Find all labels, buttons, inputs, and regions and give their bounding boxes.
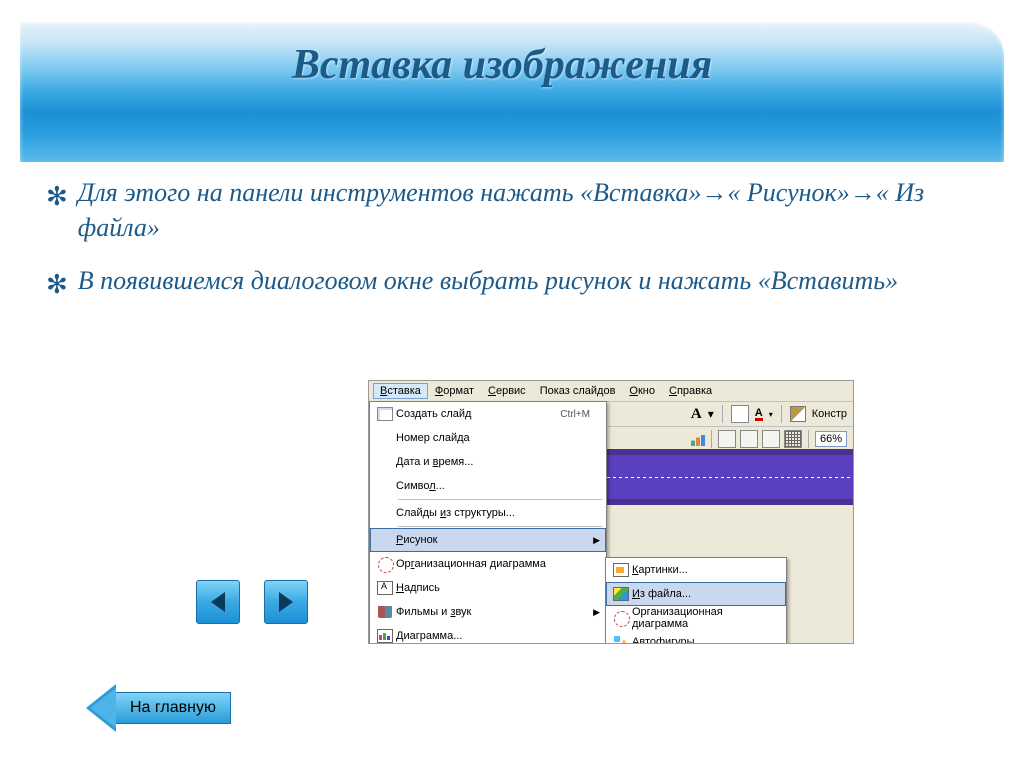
menu-item-label: Из файла... bbox=[632, 588, 770, 600]
shapes-icon bbox=[614, 636, 628, 644]
font-styling-icon: A bbox=[691, 406, 702, 423]
zoom-value: 66% bbox=[815, 431, 847, 447]
prev-slide-button[interactable] bbox=[196, 580, 240, 624]
bullet-item: ✻ Для этого на панели инструментов нажат… bbox=[46, 175, 974, 245]
navigation-buttons bbox=[196, 580, 308, 624]
text-icon bbox=[377, 581, 393, 595]
menu-item-label: Создать слайд bbox=[396, 408, 560, 420]
bullet-star-icon: ✻ bbox=[46, 267, 68, 302]
toolbar-icon bbox=[718, 430, 736, 448]
menu-item[interactable]: Создать слайдCtrl+M bbox=[370, 402, 606, 426]
menu-item-label: Слайды из структуры... bbox=[396, 507, 590, 519]
menu-item[interactable]: Дата и время... bbox=[370, 450, 606, 474]
menubar-item[interactable]: Формат bbox=[428, 383, 481, 399]
design-label: Констр bbox=[812, 408, 847, 420]
menu-item[interactable]: Из файла... bbox=[606, 582, 786, 606]
pic-icon bbox=[613, 563, 629, 577]
toolbar-icon bbox=[740, 430, 758, 448]
triangle-right-icon bbox=[279, 592, 293, 612]
menu-item-label: Автофигуры bbox=[632, 636, 770, 644]
menu-item[interactable]: Картинки... bbox=[606, 558, 786, 582]
menu-item-label: Номер слайда bbox=[396, 432, 590, 444]
menu-item[interactable]: Рисунок▶ bbox=[370, 528, 606, 552]
toolbar-icon bbox=[731, 405, 749, 423]
next-slide-button[interactable] bbox=[264, 580, 308, 624]
home-arrow-button[interactable]: На главную bbox=[86, 684, 231, 732]
menu-item-label: Диаграмма... bbox=[396, 630, 590, 642]
design-icon bbox=[790, 406, 806, 422]
menu-item-label: Организационная диаграмма bbox=[632, 606, 770, 630]
home-arrow-label: На главную bbox=[116, 692, 231, 724]
menu-item[interactable]: Номер слайда bbox=[370, 426, 606, 450]
org-icon bbox=[378, 557, 392, 571]
menu-item[interactable]: Слайды из структуры... bbox=[370, 501, 606, 525]
menu-item[interactable]: Организационная диаграмма bbox=[370, 552, 606, 576]
triangle-left-icon bbox=[211, 592, 225, 612]
img-icon bbox=[613, 587, 629, 601]
insert-dropdown-menu: Создать слайдCtrl+M Номер слайда Дата и вр… bbox=[369, 401, 607, 644]
book-icon bbox=[378, 606, 392, 618]
app-menubar: ВставкаФорматСервисПоказ слайдовОкноСпра… bbox=[369, 381, 853, 402]
submenu-arrow-icon: ▶ bbox=[590, 535, 600, 546]
menu-shortcut: Ctrl+M bbox=[560, 409, 590, 420]
menu-item-label: Надпись bbox=[396, 582, 590, 594]
chart-icon bbox=[377, 629, 393, 643]
menu-item[interactable]: Автофигуры bbox=[606, 630, 786, 644]
slide-icon bbox=[377, 407, 393, 421]
menu-item-label: Организационная диаграмма bbox=[396, 558, 590, 570]
grid-icon bbox=[784, 430, 802, 448]
menu-item[interactable]: Символ... bbox=[370, 474, 606, 498]
menu-separator bbox=[398, 499, 602, 500]
menu-item-label: Рисунок bbox=[396, 534, 590, 546]
menu-item-label: Дата и время... bbox=[396, 456, 590, 468]
slide-title: Вставка изображения bbox=[20, 40, 984, 90]
submenu-arrow-icon: ▶ bbox=[590, 607, 600, 618]
embedded-menu-screenshot: ВставкаФорматСервисПоказ слайдовОкноСпра… bbox=[368, 380, 854, 644]
slide-content: ✻ Для этого на панели инструментов нажат… bbox=[46, 175, 974, 320]
menubar-item[interactable]: Показ слайдов bbox=[533, 383, 623, 399]
menubar-item[interactable]: Вставка bbox=[373, 383, 428, 399]
bullet-item: ✻ В появившемся диалоговом окне выбрать … bbox=[46, 263, 974, 302]
menu-item-label: Картинки... bbox=[632, 564, 770, 576]
menu-item[interactable]: Фильмы и звук▶ bbox=[370, 600, 606, 624]
org-icon bbox=[614, 611, 628, 625]
menubar-item[interactable]: Окно bbox=[622, 383, 662, 399]
menu-item-label: Символ... bbox=[396, 480, 590, 492]
toolbar-icon bbox=[762, 430, 780, 448]
menu-item[interactable]: Организационная диаграмма bbox=[606, 606, 786, 630]
menubar-item[interactable]: Сервис bbox=[481, 383, 533, 399]
menu-item[interactable]: Диаграмма... bbox=[370, 624, 606, 644]
slide-preview-strip bbox=[607, 449, 853, 505]
menubar-item[interactable]: Справка bbox=[662, 383, 719, 399]
bullet-star-icon: ✻ bbox=[46, 179, 68, 245]
menu-separator bbox=[398, 526, 602, 527]
chart-icon bbox=[691, 432, 705, 446]
menu-item-label: Фильмы и звук bbox=[396, 606, 590, 618]
font-color-icon: A bbox=[755, 408, 763, 421]
menu-item[interactable]: Надпись bbox=[370, 576, 606, 600]
picture-submenu: Картинки... Из файла... Организационная ди… bbox=[605, 557, 787, 644]
